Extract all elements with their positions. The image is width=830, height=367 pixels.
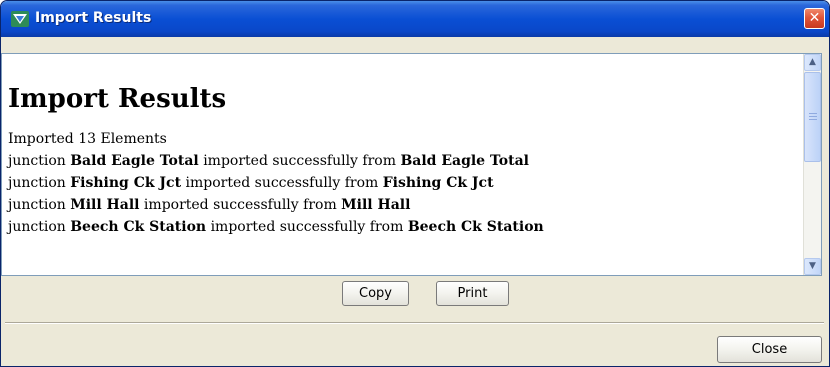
scroll-thumb[interactable] (804, 72, 821, 162)
result-type: junction (8, 219, 71, 235)
import-results-dialog: Import Results ✕ Import Results Imported… (0, 0, 830, 367)
result-status: imported successfully from (181, 175, 383, 191)
source-name: Beech Ck Station (407, 219, 544, 235)
result-status: imported successfully from (139, 197, 342, 213)
print-button[interactable]: Print (436, 281, 509, 306)
result-line: junction Beech Ck Station imported succe… (8, 216, 798, 238)
vertical-scrollbar[interactable]: ▲ ▼ (803, 54, 821, 275)
window-close-button[interactable]: ✕ (804, 8, 825, 29)
source-name: Mill Hall (341, 197, 411, 213)
dialog-content: Import Results Imported 13 Elements junc… (1, 37, 829, 366)
result-line: junction Bald Eagle Total imported succe… (8, 150, 798, 172)
result-status: imported successfully from (198, 153, 401, 169)
close-icon: ✕ (808, 10, 821, 26)
element-name: Fishing Ck Jct (70, 175, 182, 191)
results-summary: Imported 13 Elements (8, 131, 167, 147)
result-lines: junction Bald Eagle Total imported succe… (8, 150, 798, 238)
results-pane[interactable]: Import Results Imported 13 Elements junc… (1, 53, 822, 276)
result-line: junction Fishing Ck Jct imported success… (8, 172, 798, 194)
chevron-up-icon[interactable]: ▲ (804, 54, 821, 71)
title-bar[interactable]: Import Results ✕ (1, 1, 829, 37)
results-text: Import Results Imported 13 Elements junc… (8, 54, 798, 238)
close-button[interactable]: Close (717, 336, 822, 363)
source-name: Fishing Ck Jct (382, 175, 494, 191)
source-name: Bald Eagle Total (400, 153, 529, 169)
results-heading: Import Results (8, 84, 227, 114)
hec-hms-icon (11, 11, 29, 27)
element-name: Bald Eagle Total (70, 153, 199, 169)
grip-line (809, 116, 817, 117)
grip-line (809, 113, 817, 114)
grip-line (809, 119, 817, 120)
divider (5, 322, 824, 324)
chevron-down-icon[interactable]: ▼ (804, 258, 821, 275)
result-type: junction (8, 175, 71, 191)
result-line: junction Mill Hall imported successfully… (8, 194, 798, 216)
window-title: Import Results (35, 10, 152, 26)
result-type: junction (8, 197, 71, 213)
result-type: junction (8, 153, 71, 169)
element-name: Mill Hall (70, 197, 140, 213)
result-status: imported successfully from (206, 219, 408, 235)
element-name: Beech Ck Station (70, 219, 207, 235)
copy-button[interactable]: Copy (342, 281, 409, 306)
